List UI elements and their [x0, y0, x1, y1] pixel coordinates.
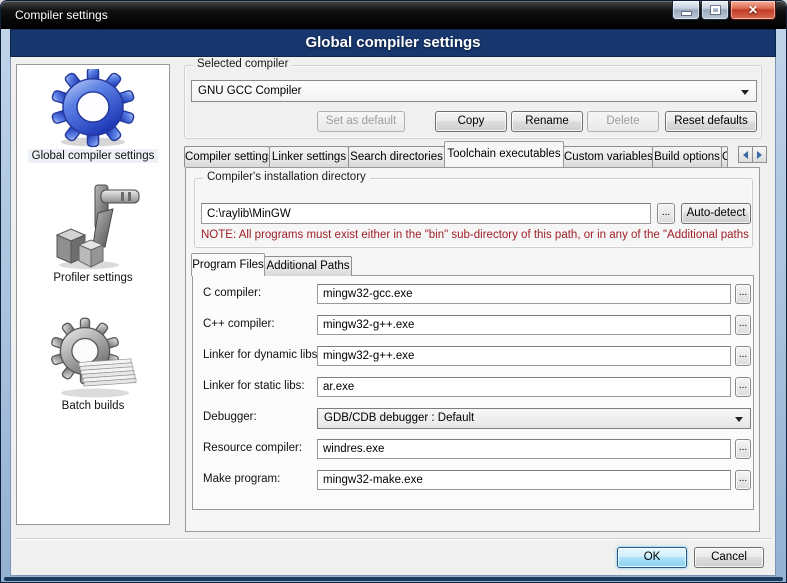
blue-gear-icon [45, 69, 141, 149]
tab-search-directories[interactable]: Search directories [348, 146, 445, 167]
installation-directory-group: Compiler's installation directory ... Au… [194, 178, 753, 248]
linker-static-label: Linker for static libs: [203, 380, 305, 392]
sidebar-item-label: Profiler settings [49, 271, 136, 285]
chevron-down-icon [735, 417, 743, 422]
dialog-body: Global compiler settings [10, 57, 776, 576]
chevron-down-icon [741, 90, 749, 95]
install-dir-browse-button[interactable]: ... [657, 203, 675, 224]
tab-scroll-right-button[interactable] [752, 146, 767, 163]
paper-stack [79, 358, 136, 386]
cpp-compiler-input[interactable] [317, 315, 731, 335]
program-files-panel: C compiler: ... C++ compiler: ... Linker… [192, 275, 754, 510]
cancel-button[interactable]: Cancel [694, 547, 764, 568]
subtab-additional-paths[interactable]: Additional Paths [264, 256, 352, 276]
maximize-icon [711, 6, 720, 14]
tab-scroller [738, 146, 767, 163]
cpp-compiler-label: C++ compiler: [203, 318, 275, 330]
linker-static-browse-button[interactable]: ... [735, 377, 751, 397]
compiler-select-value: GNU GCC Compiler [198, 85, 302, 97]
minimize-button[interactable] [672, 1, 700, 20]
tab-build-options[interactable]: Build options [652, 146, 722, 167]
linker-dynamic-label: Linker for dynamic libs: [203, 349, 321, 361]
toolchain-executables-panel: Compiler's installation directory ... Au… [185, 167, 760, 532]
debugger-select[interactable]: GDB/CDB debugger : Default [317, 408, 751, 429]
close-icon: ✕ [748, 2, 758, 19]
sidebar-item-label: Batch builds [58, 399, 129, 413]
linker-static-input[interactable] [317, 377, 731, 397]
sidebar-item-profiler-settings[interactable]: Profiler settings [17, 183, 169, 285]
tab-linker-settings[interactable]: Linker settings [269, 146, 349, 167]
compiler-select[interactable]: GNU GCC Compiler [191, 80, 757, 102]
sidebar-item-label: Global compiler settings [28, 149, 159, 163]
tab-scroll-left-button[interactable] [738, 146, 753, 163]
auto-detect-button[interactable]: Auto-detect [681, 203, 751, 224]
ok-button[interactable]: OK [617, 547, 687, 568]
install-dir-input[interactable] [201, 203, 651, 224]
cpp-compiler-browse-button[interactable]: ... [735, 315, 751, 335]
profiler-caliper-icon [43, 183, 143, 271]
linker-dynamic-browse-button[interactable]: ... [735, 346, 751, 366]
delete-button[interactable]: Delete [587, 111, 659, 132]
group-label: Compiler's installation directory [203, 171, 370, 183]
close-button[interactable]: ✕ [730, 1, 776, 20]
window-bottom-edge [4, 577, 783, 581]
make-program-label: Make program: [203, 473, 280, 485]
debugger-select-value: GDB/CDB debugger : Default [324, 412, 474, 424]
reset-defaults-button[interactable]: Reset defaults [665, 111, 757, 132]
make-program-browse-button[interactable]: ... [735, 470, 751, 490]
toolchain-subtabs: Program Files Additional Paths [192, 253, 352, 276]
linker-dynamic-input[interactable] [317, 346, 731, 366]
compiler-settings-window: Compiler settings ✕ Global compiler sett… [0, 0, 787, 583]
minimize-icon [682, 12, 691, 15]
resource-compiler-input[interactable] [317, 439, 731, 459]
titlebar[interactable]: Compiler settings ✕ [1, 1, 786, 29]
settings-tabstrip: Compiler settings Linker settings Search… [185, 141, 728, 167]
c-compiler-input[interactable] [317, 284, 731, 304]
window-title: Compiler settings [15, 1, 108, 29]
subtab-program-files[interactable]: Program Files [191, 253, 265, 276]
make-program-input[interactable] [317, 470, 731, 490]
caption-buttons: ✕ [672, 1, 776, 20]
resource-compiler-label: Resource compiler: [203, 442, 302, 454]
resource-compiler-browse-button[interactable]: ... [735, 439, 751, 459]
set-as-default-button[interactable]: Set as default [317, 111, 405, 132]
tab-partial-overflow[interactable]: O [721, 146, 728, 167]
sidebar-item-batch-builds[interactable]: Batch builds [17, 317, 169, 413]
arrow-left-icon [743, 151, 748, 159]
footer-divider [16, 538, 772, 540]
settings-category-list: Global compiler settings [16, 64, 170, 525]
c-compiler-browse-button[interactable]: ... [735, 284, 751, 304]
rename-button[interactable]: Rename [511, 111, 583, 132]
tab-toolchain-executables[interactable]: Toolchain executables [444, 141, 564, 167]
tab-compiler-settings[interactable]: Compiler settings [184, 146, 270, 167]
dialog-header: Global compiler settings [10, 29, 776, 57]
debugger-label: Debugger: [203, 411, 257, 423]
maximize-button[interactable] [701, 1, 729, 20]
selected-compiler-group: Selected compiler GNU GCC Compiler Set a… [184, 65, 762, 139]
group-label: Selected compiler [193, 58, 292, 70]
batch-builds-icon [43, 317, 143, 399]
sidebar-item-global-compiler-settings[interactable]: Global compiler settings [17, 69, 169, 163]
page-title: Global compiler settings [11, 30, 775, 56]
tab-custom-variables[interactable]: Custom variables [563, 146, 653, 167]
copy-button[interactable]: Copy [435, 111, 507, 132]
arrow-right-icon [757, 151, 762, 159]
install-dir-note: NOTE: All programs must exist either in … [201, 229, 749, 241]
c-compiler-label: C compiler: [203, 287, 261, 299]
